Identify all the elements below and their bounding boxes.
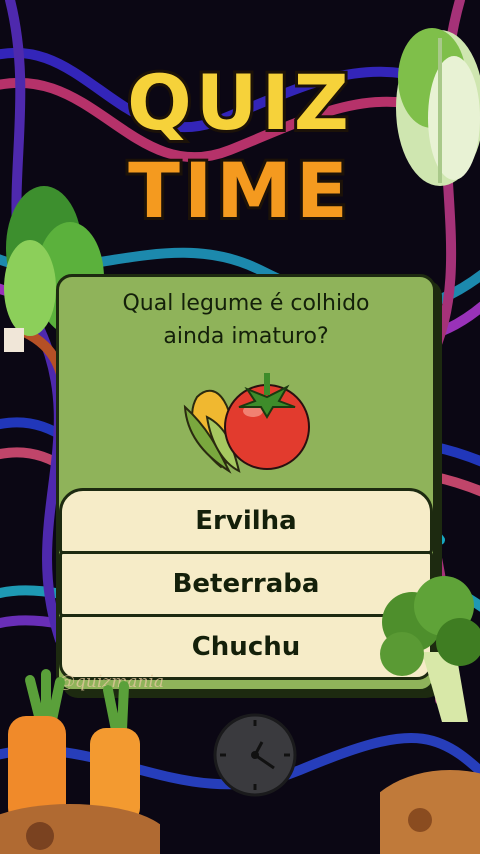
vegetables-illustration	[183, 373, 310, 474]
tomato-icon	[224, 373, 310, 470]
question-line-2: ainda imaturo?	[163, 324, 329, 349]
carrot-icon	[0, 669, 160, 854]
question-line-1: Qual legume é colhido	[122, 291, 370, 316]
dirt-mound	[380, 770, 480, 854]
lettuce-icon	[396, 28, 480, 186]
question-text: Qual legume é colhido ainda imaturo?	[59, 287, 433, 353]
broccoli-icon	[380, 576, 480, 722]
answer-option-1[interactable]: Ervilha	[59, 488, 433, 554]
clock-icon	[213, 713, 297, 797]
